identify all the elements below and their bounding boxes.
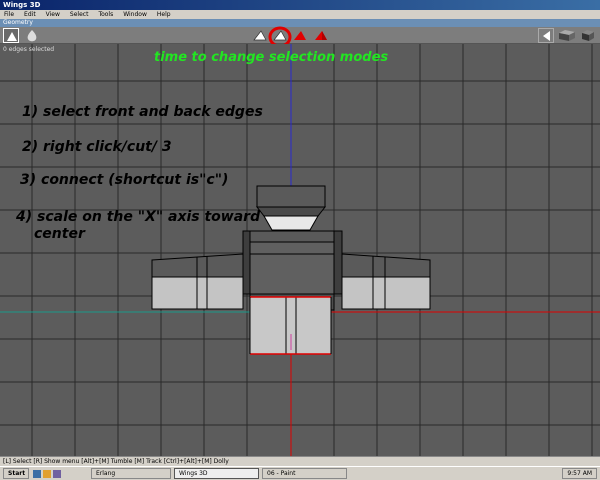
3d-viewport[interactable]: 0 edges selected time to change selectio… <box>0 44 600 456</box>
menu-edit[interactable]: Edit <box>24 10 36 19</box>
teardrop-icon <box>27 30 37 42</box>
wire-cube-icon <box>582 30 594 41</box>
menu-file[interactable]: File <box>4 10 14 19</box>
face-mode-icon <box>294 31 306 40</box>
face-mode-button[interactable] <box>292 28 308 43</box>
step-3-note: 3) connect (shortcut is"c") <box>20 172 229 188</box>
object-mode-button[interactable] <box>313 28 329 43</box>
step-1-note: 1) select front and back edges <box>22 104 263 120</box>
object-mode-icon <box>315 31 327 40</box>
vertex-mode-button[interactable] <box>252 28 268 43</box>
task-paint[interactable]: 06 - Paint <box>262 468 347 479</box>
menu-bar: File Edit View Select Tools Window Help <box>0 10 600 19</box>
folder-icon[interactable] <box>43 469 51 478</box>
wireframe-view-button[interactable] <box>580 28 596 43</box>
shaded-cube-icon <box>559 30 575 41</box>
geometry-panel-title: Geometry <box>0 19 600 27</box>
ie-icon[interactable] <box>33 469 41 478</box>
help-bar: [L] Select [R] Show menu [Alt]+[M] Tumbl… <box>0 456 600 466</box>
menu-select[interactable]: Select <box>70 10 89 19</box>
selection-status: 0 edges selected <box>3 46 55 53</box>
left-arrow-icon <box>543 31 550 41</box>
step-2-note: 2) right click/cut/ 3 <box>22 139 172 155</box>
task-wings3d[interactable]: Wings 3D <box>174 468 259 479</box>
view-left-button[interactable] <box>538 28 554 43</box>
shaded-view-button[interactable] <box>557 28 577 43</box>
start-button[interactable]: Start <box>3 468 29 479</box>
smooth-preview-button[interactable] <box>3 28 19 43</box>
top-box-face <box>256 185 326 208</box>
toolbar <box>0 26 600 48</box>
menu-tools[interactable]: Tools <box>98 10 113 19</box>
app-icon[interactable] <box>53 469 61 478</box>
menu-view[interactable]: View <box>46 10 60 19</box>
taskbar: Start Erlang Wings 3D 06 - Paint 9:57 AM <box>0 466 600 480</box>
menu-help[interactable]: Help <box>157 10 171 19</box>
clock: 9:57 AM <box>562 468 597 479</box>
step-4-note-cont: center <box>34 226 85 242</box>
step-4-note: 4) scale on the "X" axis toward <box>16 209 261 225</box>
task-erlang[interactable]: Erlang <box>91 468 171 479</box>
vertex-mode-icon <box>253 30 267 41</box>
window-title: Wings 3D <box>0 0 600 10</box>
triangle-icon <box>7 32 17 41</box>
mode-caption: time to change selection modes <box>154 50 389 65</box>
menu-window[interactable]: Window <box>123 10 147 19</box>
sphere-mode-button[interactable] <box>24 28 40 43</box>
